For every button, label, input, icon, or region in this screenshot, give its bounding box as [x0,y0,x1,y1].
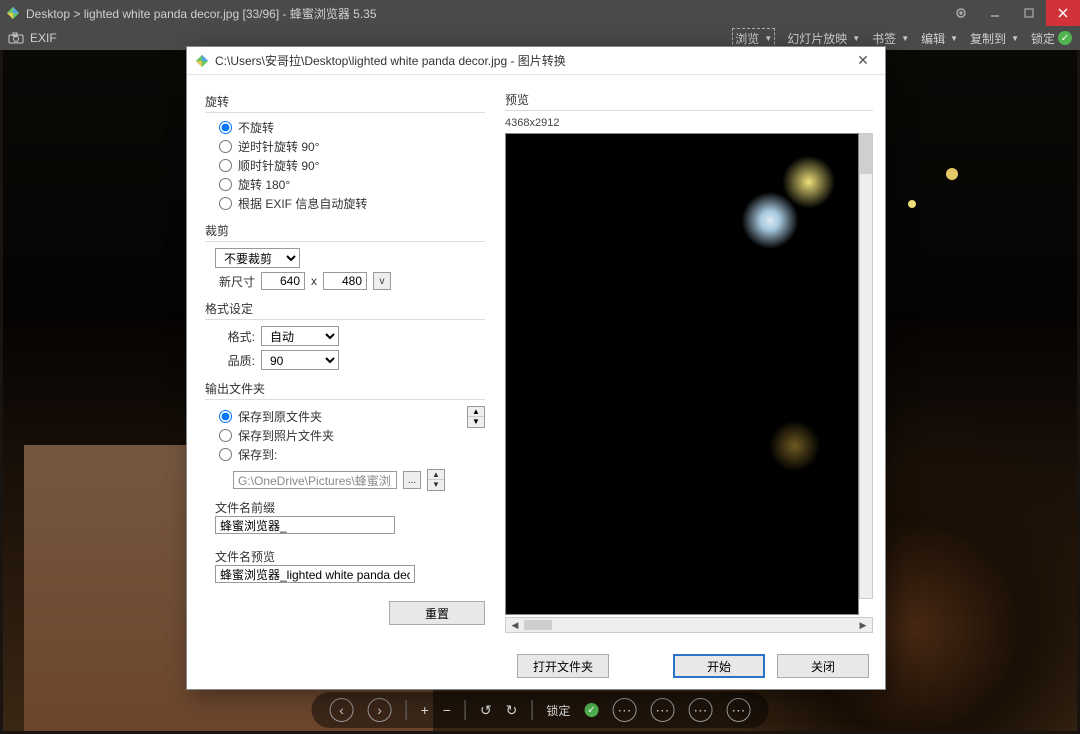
format-section-title: 格式设定 [205,300,485,320]
bb-next[interactable]: › [368,698,392,722]
close-dialog-button[interactable]: 关闭 [777,654,869,678]
preview-dimensions: 4368x2912 [505,117,873,129]
prefix-label: 文件名前缀 [215,499,485,516]
preview-section-title: 预览 [505,91,873,111]
dialog-title-bar: C:\Users\安哥拉\Desktop\lighted white panda… [187,47,885,75]
exif-button[interactable]: EXIF [30,31,57,45]
bb-more1[interactable]: ⋯ [612,698,636,722]
maximize-button[interactable] [1012,0,1046,26]
bb-more3[interactable]: ⋯ [688,698,712,722]
check-icon: ✓ [1058,31,1072,45]
toolbar-slideshow[interactable]: 幻灯片放映▼ [787,30,860,47]
preview-image[interactable] [505,133,859,615]
minimize-button[interactable] [978,0,1012,26]
open-folder-button[interactable]: 打开文件夹 [517,654,609,678]
dialog-title: C:\Users\安哥拉\Desktop\lighted white panda… [215,52,849,69]
dialog-footer: 打开文件夹 开始 关闭 [187,643,885,689]
bb-prev[interactable]: ‹ [330,698,354,722]
bb-zoom-out[interactable]: − [443,702,451,718]
camera-icon[interactable] [8,32,24,44]
rotate-cw90-radio[interactable]: 顺时针旋转 90° [219,157,485,174]
x-label: x [311,274,317,288]
horizontal-scrollbar[interactable]: ◀ ▶ [505,617,873,633]
prefix-input[interactable] [215,516,395,534]
toolbar-lock[interactable]: 锁定✓ [1031,30,1072,47]
rotate-exif-radio[interactable]: 根据 EXIF 信息自动旋转 [219,195,485,212]
format-select[interactable]: 自动 [261,326,339,346]
aspect-button[interactable]: v [373,272,391,290]
preview-panel: 预览 4368x2912 ◀ ▶ [505,75,885,643]
crop-section-title: 裁剪 [205,222,485,242]
bb-lock-label: 锁定 [546,702,570,719]
save-to-radio[interactable]: 保存到: [219,446,461,463]
settings-button[interactable] [944,0,978,26]
format-label: 格式: [215,328,255,345]
vertical-scrollbar[interactable] [859,133,873,599]
toolbar-copyto[interactable]: 复制到▼ [970,30,1019,47]
settings-panel: 旋转 不旋转 逆时针旋转 90° 顺时针旋转 90° 旋转 180° 根据 EX… [187,75,505,643]
bottom-bar: ‹ › + − ↺ ↻ 锁定 ✓ ⋯ ⋯ ⋯ ⋯ [312,692,769,728]
crop-height-input[interactable] [323,272,367,290]
bb-redo[interactable]: ↻ [506,702,518,719]
path-updown[interactable]: ▲▼ [427,469,445,491]
filename-preview [215,565,415,583]
toolbar-edit[interactable]: 编辑▼ [921,30,958,47]
rotate-none-radio[interactable]: 不旋转 [219,119,485,136]
rotate-180-radio[interactable]: 旋转 180° [219,176,485,193]
output-section-title: 输出文件夹 [205,380,485,400]
bb-more2[interactable]: ⋯ [650,698,674,722]
crop-width-input[interactable] [261,272,305,290]
start-button[interactable]: 开始 [673,654,765,678]
quality-label: 品质: [215,352,255,369]
window-title: Desktop > lighted white panda decor.jpg … [26,5,944,22]
bb-more4[interactable]: ⋯ [726,698,750,722]
check-icon: ✓ [584,703,598,717]
close-button[interactable] [1046,0,1080,26]
dialog-close-button[interactable]: ✕ [849,52,877,69]
bb-zoom-in[interactable]: + [421,702,429,718]
output-updown[interactable]: ▲▼ [467,406,485,428]
rotate-ccw90-radio[interactable]: 逆时针旋转 90° [219,138,485,155]
filename-preview-label: 文件名预览 [215,548,485,565]
bb-undo[interactable]: ↺ [480,702,492,719]
toolbar-bookmark[interactable]: 书签▼ [872,30,909,47]
save-original-radio[interactable]: 保存到原文件夹 [219,408,461,425]
title-bar: Desktop > lighted white panda decor.jpg … [0,0,1080,26]
browse-button[interactable]: ... [403,471,421,489]
crop-mode-select[interactable]: 不要裁剪 [215,248,300,268]
quality-select[interactable]: 90 [261,350,339,370]
output-path-input[interactable] [233,471,397,489]
window-controls [944,0,1080,26]
convert-dialog: C:\Users\安哥拉\Desktop\lighted white panda… [186,46,886,690]
newsize-label: 新尺寸 [215,273,255,290]
app-icon [6,6,20,20]
reset-button[interactable]: 重置 [389,601,485,625]
rotate-section-title: 旋转 [205,93,485,113]
save-photo-radio[interactable]: 保存到照片文件夹 [219,427,461,444]
dialog-icon [195,54,209,68]
